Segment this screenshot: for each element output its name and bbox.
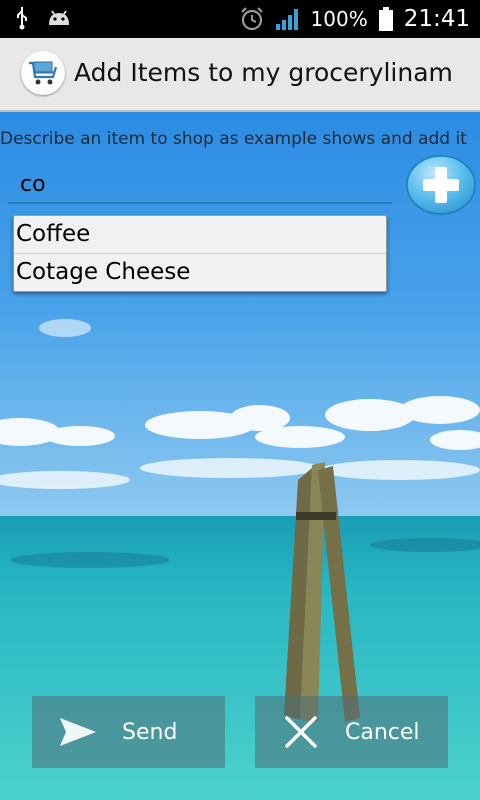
send-arrow-icon xyxy=(60,718,96,746)
signal-icon xyxy=(275,9,298,30)
screen: 100% 21:41 Add Items to my grocerylinam … xyxy=(0,0,480,800)
battery-icon xyxy=(378,7,393,31)
add-item-button[interactable] xyxy=(406,155,476,215)
title-bar: Add Items to my grocerylinam xyxy=(0,38,480,112)
autocomplete-dropdown: Coffee Cotage Cheese xyxy=(13,215,387,292)
shopping-cart-app-icon xyxy=(21,51,65,95)
cancel-button[interactable]: Cancel xyxy=(255,696,448,768)
cancel-label: Cancel xyxy=(345,719,420,745)
battery-percent: 100% xyxy=(310,7,368,31)
background-scenery xyxy=(0,0,480,800)
page-title: Add Items to my grocerylinam xyxy=(74,58,453,87)
item-input[interactable] xyxy=(8,166,392,204)
send-label: Send xyxy=(122,719,178,745)
close-x-icon xyxy=(285,716,317,748)
instruction-text: Describe an item to shop as example show… xyxy=(0,129,467,149)
alarm-icon xyxy=(240,7,263,31)
suggestion-item-cotage-cheese[interactable]: Cotage Cheese xyxy=(14,253,386,291)
suggestion-item-coffee[interactable]: Coffee xyxy=(14,216,386,253)
clock: 21:41 xyxy=(403,6,470,32)
usb-icon xyxy=(17,7,27,30)
status-bar: 100% 21:41 xyxy=(0,0,480,38)
android-icon xyxy=(49,10,69,25)
plus-icon xyxy=(406,155,476,215)
send-button[interactable]: Send xyxy=(32,696,225,768)
